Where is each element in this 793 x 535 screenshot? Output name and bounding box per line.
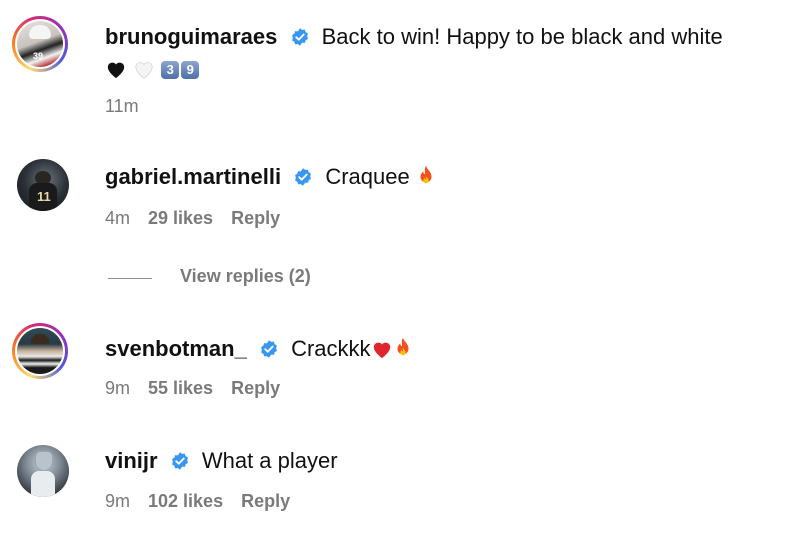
red-heart-icon bbox=[373, 342, 390, 359]
likes-count[interactable]: 55 likes bbox=[148, 378, 213, 398]
avatar-svenbotman[interactable] bbox=[12, 323, 68, 379]
white-heart-icon bbox=[135, 62, 153, 79]
fire-icon bbox=[397, 337, 409, 356]
comment-text-gabriel-martinelli: Craquee bbox=[325, 164, 410, 189]
comment-meta-svenbotman: 9m 55 likes Reply bbox=[105, 378, 298, 399]
fire-icon bbox=[420, 165, 432, 184]
username-gabriel-martinelli[interactable]: gabriel.martinelli bbox=[105, 164, 281, 189]
comment-meta-brunoguimaraes: 11m bbox=[105, 96, 157, 117]
black-heart-icon bbox=[107, 62, 125, 79]
comment-line-gabriel-martinelli: gabriel.martinelli Craquee bbox=[105, 164, 436, 190]
likes-count[interactable]: 29 likes bbox=[148, 208, 213, 228]
keycap-9-icon: 9 bbox=[181, 61, 200, 79]
reply-button[interactable]: Reply bbox=[231, 378, 280, 398]
verified-badge-icon bbox=[261, 340, 277, 358]
timestamp: 9m bbox=[105, 491, 131, 511]
avatar-vinijr[interactable] bbox=[17, 445, 69, 497]
username-brunoguimaraes[interactable]: brunoguimaraes bbox=[105, 24, 277, 49]
verified-badge-icon bbox=[291, 28, 308, 46]
comment-line-brunoguimaraes: brunoguimaraes Back to win! Happy to be … bbox=[105, 24, 723, 50]
reply-button[interactable]: Reply bbox=[231, 208, 280, 228]
reply-button[interactable]: Reply bbox=[241, 491, 290, 511]
comment-text-brunoguimaraes: Back to win! Happy to be black and white bbox=[321, 24, 723, 49]
verified-badge-icon bbox=[295, 168, 312, 186]
avatar-gabriel-martinelli[interactable]: 11 bbox=[17, 159, 69, 211]
comment-meta-vinijr: 9m 102 likes Reply bbox=[105, 491, 308, 512]
keycap-3-icon: 3 bbox=[161, 61, 180, 79]
username-vinijr[interactable]: vinijr bbox=[105, 448, 158, 473]
comment-text-vinijr: What a player bbox=[201, 448, 338, 473]
timestamp: 9m bbox=[105, 378, 131, 398]
timestamp: 11m bbox=[105, 96, 139, 116]
verified-badge-icon bbox=[171, 452, 188, 470]
comment-line-svenbotman: svenbotman_ Crackkk bbox=[105, 336, 413, 362]
view-replies-divider bbox=[108, 278, 152, 279]
comment-meta-gabriel-martinelli: 4m 29 likes Reply bbox=[105, 208, 298, 229]
likes-count[interactable]: 102 likes bbox=[148, 491, 223, 511]
timestamp: 4m bbox=[105, 208, 131, 228]
view-replies-button[interactable]: View replies (2) bbox=[180, 266, 311, 287]
comment-text-svenbotman: Crackkk bbox=[291, 336, 371, 361]
comment-emoji-line: 39 bbox=[105, 56, 201, 82]
avatar-brunoguimaraes[interactable]: 39 bbox=[12, 16, 68, 72]
username-svenbotman[interactable]: svenbotman_ bbox=[105, 336, 247, 361]
comment-line-vinijr: vinijr What a player bbox=[105, 448, 338, 474]
